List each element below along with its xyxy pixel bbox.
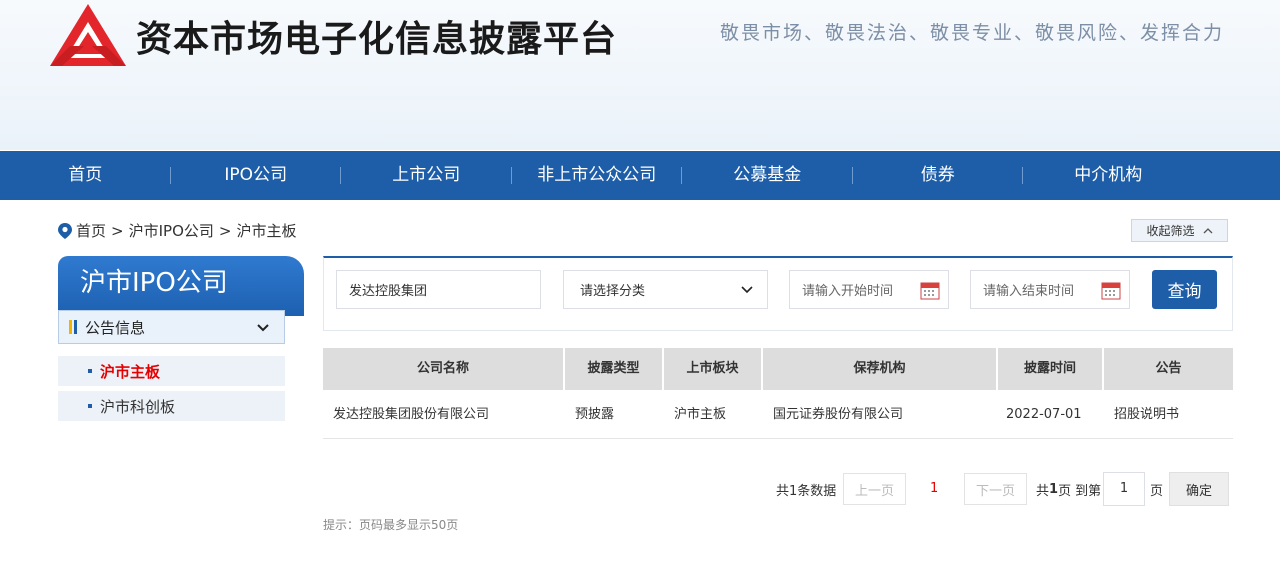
cell-board: 沪市主板 [674, 407, 727, 422]
pager-goto: 共1页 到第 [1036, 473, 1101, 505]
results-table: 公司名称 披露类型 上市板块 保荐机构 披露时间 公告 发达控股集团股份有限公司… [323, 348, 1233, 439]
sidebar-item-sh-star-market[interactable]: 沪市科创板 [58, 391, 285, 421]
breadcrumb-separator: > [218, 221, 232, 240]
main-nav: 首页 IPO公司 上市公司 非上市公众公司 公募基金 债券 中介机构 [0, 151, 1280, 200]
nav-item-label: 上市公司 [392, 165, 461, 185]
column-header-board: 上市板块 [664, 348, 763, 390]
company-name-input[interactable]: 发达控股集团 [336, 270, 541, 309]
cell-company: 发达控股集团股份有限公司 [333, 407, 490, 422]
start-date-placeholder: 请输入开始时间 [802, 284, 894, 299]
goto-confirm-button[interactable]: 确定 [1169, 472, 1229, 506]
table-header: 公司名称 披露类型 上市板块 保荐机构 披露时间 公告 [323, 348, 1233, 390]
nav-item-listed[interactable]: 上市公司 [341, 151, 512, 200]
cell-type: 预披露 [575, 407, 615, 422]
start-date-input[interactable]: 请输入开始时间 [789, 270, 949, 309]
sidebar-title: 沪市IPO公司 [58, 256, 304, 316]
sidebar-item-label: 沪市科创板 [100, 397, 176, 416]
column-header-notice: 公告 [1155, 361, 1182, 376]
nav-item-label: 中介机构 [1074, 165, 1143, 185]
category-select[interactable]: 请选择分类 [563, 270, 768, 309]
calendar-icon[interactable] [920, 280, 940, 300]
chevron-down-icon [741, 285, 753, 293]
breadcrumb-separator: > [111, 221, 124, 240]
breadcrumb-current: 沪市主板 [236, 222, 297, 240]
section-marker-icon [74, 320, 77, 334]
site-title: 资本市场电子化信息披露平台 [136, 19, 618, 60]
total-pages-suffix: 页 [1058, 483, 1072, 499]
nav-item-label: IPO公司 [224, 165, 288, 185]
pager-hint: 提示：页码最多显示50页 [323, 518, 459, 532]
sidebar: 沪市IPO公司 公告信息 沪市主板 沪市科创板 [58, 256, 304, 421]
breadcrumb-home[interactable]: 首页 [76, 220, 106, 241]
cell-sponsor: 国元证券股份有限公司 [773, 407, 904, 422]
sidebar-section-label: 公告信息 [85, 318, 146, 337]
cell-date: 2022-07-01 [1006, 407, 1082, 422]
query-button[interactable]: 查询 [1152, 270, 1217, 309]
section-marker-icon [69, 320, 72, 334]
nav-item-label: 债券 [920, 165, 955, 185]
nav-item-label: 非上市公众公司 [537, 165, 657, 185]
current-page[interactable]: 1 [930, 473, 938, 505]
site-header: 资本市场电子化信息披露平台 敬畏市场、敬畏法治、敬畏专业、敬畏风险、发挥合力 [0, 0, 1280, 150]
location-pin-icon [58, 222, 72, 239]
nav-item-label: 首页 [68, 165, 103, 185]
page-unit: 页 [1150, 483, 1164, 499]
breadcrumb-ipo[interactable]: 沪市IPO公司 [129, 220, 214, 241]
table-row: 发达控股集团股份有限公司 预披露 沪市主板 国元证券股份有限公司 2022-07… [323, 390, 1233, 439]
company-name-value: 发达控股集团 [349, 284, 428, 299]
column-header-company: 公司名称 [323, 348, 565, 390]
category-select-value: 请选择分类 [580, 284, 646, 299]
nav-item-home[interactable]: 首页 [0, 151, 171, 200]
total-pages-prefix: 共 [1036, 483, 1050, 499]
nav-item-label: 公募基金 [733, 165, 802, 185]
sidebar-item-sh-main-board[interactable]: 沪市主板 [58, 356, 285, 386]
goto-label: 到第 [1075, 483, 1102, 499]
column-header-date: 披露时间 [998, 348, 1104, 390]
collapse-filter-button[interactable]: 收起筛选 [1131, 219, 1228, 242]
chevron-up-icon [1203, 227, 1212, 233]
breadcrumb: 首页 > 沪市IPO公司 > 沪市主板 [58, 220, 296, 241]
cell-notice-link[interactable]: 招股说明书 [1104, 390, 1233, 439]
nav-item-public-funds[interactable]: 公募基金 [682, 151, 853, 200]
sidebar-item-label: 沪市主板 [100, 362, 161, 381]
nav-item-bonds[interactable]: 债券 [853, 151, 1023, 200]
bullet-icon [88, 404, 92, 408]
nav-item-ipo[interactable]: IPO公司 [171, 151, 341, 200]
sidebar-section-announcements[interactable]: 公告信息 [58, 310, 285, 344]
next-page-button[interactable]: 下一页 [964, 473, 1027, 505]
nav-item-intermediaries[interactable]: 中介机构 [1023, 151, 1194, 200]
calendar-icon[interactable] [1101, 280, 1121, 300]
bullet-icon [88, 369, 92, 373]
total-pages: 1 [1049, 481, 1059, 497]
end-date-placeholder: 请输入结束时间 [983, 284, 1075, 299]
nav-item-nonlisted-public[interactable]: 非上市公众公司 [512, 151, 682, 200]
prev-page-button[interactable]: 上一页 [843, 473, 906, 505]
site-slogan: 敬畏市场、敬畏法治、敬畏专业、敬畏风险、发挥合力 [719, 22, 1224, 44]
end-date-input[interactable]: 请输入结束时间 [970, 270, 1130, 309]
goto-page-input[interactable]: 1 [1103, 472, 1145, 506]
pager-total: 共1条数据 [776, 483, 837, 499]
chevron-down-icon [257, 324, 269, 332]
column-header-type: 披露类型 [565, 348, 664, 390]
column-header-sponsor: 保荐机构 [763, 348, 998, 390]
filter-panel: 发达控股集团 请选择分类 请输入开始时间 请输入结束时间 查询 [323, 256, 1233, 331]
collapse-filter-label: 收起筛选 [1146, 224, 1195, 238]
logo-icon[interactable] [48, 2, 128, 68]
